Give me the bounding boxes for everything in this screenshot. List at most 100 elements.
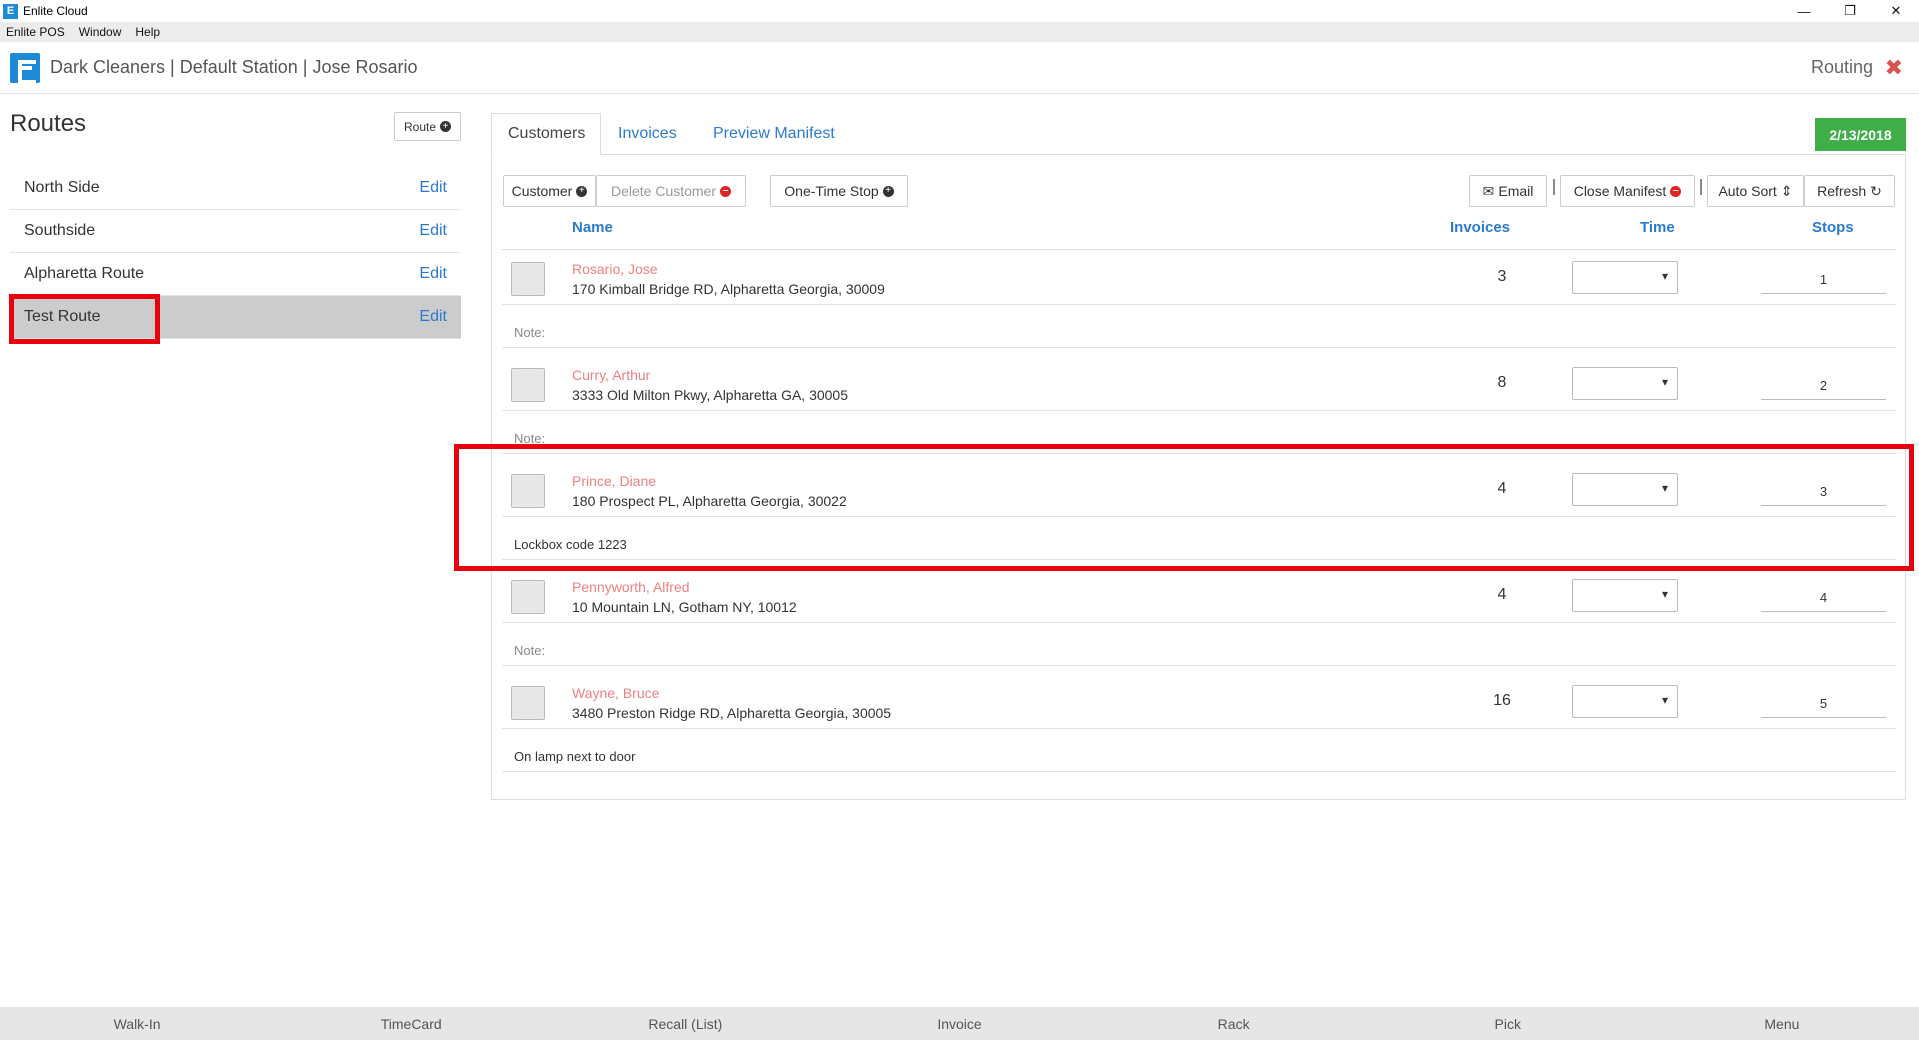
close-module-icon[interactable]: ✖ <box>1885 55 1903 81</box>
customer-address: 3333 Old Milton Pkwy, Alpharetta GA, 300… <box>572 387 849 403</box>
one-time-stop-button[interactable]: One-Time Stop + <box>770 175 908 207</box>
email-button[interactable]: ✉ Email <box>1469 175 1547 207</box>
auto-sort-label: Auto Sort <box>1718 183 1777 199</box>
nav-walk-in[interactable]: Walk-In <box>0 1016 274 1032</box>
time-select[interactable] <box>1572 685 1678 718</box>
note-divider <box>502 771 1896 772</box>
nav-invoice[interactable]: Invoice <box>822 1016 1096 1032</box>
add-customer-label: Customer <box>511 183 573 199</box>
column-header-invoices[interactable]: Invoices <box>1450 219 1510 236</box>
row-divider <box>502 622 1896 623</box>
route-name: Southside <box>24 222 96 239</box>
email-label: Email <box>1498 183 1534 199</box>
menu-help[interactable]: Help <box>135 25 160 39</box>
customer-address: 10 Mountain LN, Gotham NY, 10012 <box>572 599 797 615</box>
delete-customer-button[interactable]: Delete Customer – <box>596 175 746 207</box>
nav-menu[interactable]: Menu <box>1645 1016 1919 1032</box>
close-window-icon[interactable]: ✕ <box>1873 0 1919 22</box>
nav-timecard[interactable]: TimeCard <box>274 1016 548 1032</box>
customer-address: 3480 Preston Ridge RD, Alpharetta Georgi… <box>572 705 892 721</box>
customer-name-link[interactable]: Pennyworth, Alfred <box>572 579 690 595</box>
customer-note[interactable]: On lamp next to door <box>514 749 635 764</box>
plus-circle-icon: + <box>440 121 452 132</box>
stop-number-input[interactable]: 5 <box>1761 696 1886 718</box>
route-item-southside[interactable]: Southside Edit <box>10 210 461 253</box>
add-customer-button[interactable]: Customer + <box>503 175 596 207</box>
menu-enlite-pos[interactable]: Enlite POS <box>6 25 65 39</box>
route-item-north-side[interactable]: North Side Edit <box>10 167 461 210</box>
route-name: Alpharetta Route <box>24 265 145 282</box>
row-select-checkbox[interactable] <box>511 368 545 402</box>
highlight-box-test-route <box>9 294 160 344</box>
nav-rack[interactable]: Rack <box>1097 1016 1371 1032</box>
delete-customer-label: Delete Customer <box>610 183 717 199</box>
customer-note[interactable]: Note: <box>514 643 545 658</box>
nav-recall-list[interactable]: Recall (List) <box>548 1016 822 1032</box>
app-icon: E <box>3 3 18 19</box>
column-header-stops[interactable]: Stops <box>1812 219 1854 236</box>
row-divider <box>502 728 1896 729</box>
store-station-user: Dark Cleaners | Default Station | Jose R… <box>50 57 418 77</box>
add-route-button[interactable]: Route + <box>394 112 461 141</box>
module-title: Routing <box>1810 57 1873 77</box>
sort-icon: ⇕ <box>1780 182 1793 199</box>
column-header-time[interactable]: Time <box>1640 219 1675 236</box>
stop-number-input[interactable]: 4 <box>1761 590 1886 612</box>
stop-number-input[interactable]: 2 <box>1761 378 1886 400</box>
menu-window[interactable]: Window <box>79 25 122 39</box>
close-manifest-label: Close Manifest <box>1573 183 1667 199</box>
note-divider <box>502 665 1896 666</box>
time-select[interactable] <box>1572 579 1678 612</box>
customer-name-link[interactable]: Curry, Arthur <box>572 367 650 383</box>
one-time-stop-label: One-Time Stop <box>784 183 879 199</box>
app-header: Dark Cleaners | Default Station | Jose R… <box>0 42 1919 94</box>
restore-icon[interactable]: ❐ <box>1827 0 1873 22</box>
minus-circle-icon: – <box>720 185 732 197</box>
tab-invoices[interactable]: Invoices <box>602 113 693 155</box>
column-header-name[interactable]: Name <box>572 219 613 236</box>
edit-route-link[interactable]: Edit <box>419 265 447 283</box>
invoice-count: 4 <box>1497 586 1507 603</box>
note-divider <box>502 347 1896 348</box>
time-select[interactable] <box>1572 261 1678 294</box>
refresh-icon: ↻ <box>1870 182 1882 199</box>
customer-note[interactable]: Note: <box>514 325 545 340</box>
routes-heading: Routes <box>10 110 87 137</box>
refresh-label: Refresh <box>1817 183 1867 199</box>
edit-route-link[interactable]: Edit <box>419 308 447 326</box>
edit-route-link[interactable]: Edit <box>419 179 447 197</box>
tab-customers[interactable]: Customers <box>491 113 601 155</box>
menu-bar: Enlite POS Window Help <box>0 22 1919 42</box>
minus-circle-icon: – <box>1670 185 1682 197</box>
toolbar-separator <box>1553 179 1555 195</box>
manifest-date-badge[interactable]: 2/13/2018 <box>1815 118 1906 151</box>
time-select[interactable] <box>1572 367 1678 400</box>
row-select-checkbox[interactable] <box>511 262 545 296</box>
bottom-nav: Walk-In TimeCard Recall (List) Invoice R… <box>0 1007 1919 1040</box>
auto-sort-button[interactable]: Auto Sort ⇕ <box>1707 175 1804 207</box>
header-divider <box>502 249 1896 250</box>
toolbar-separator <box>1700 179 1702 195</box>
window-controls: — ❐ ✕ <box>1781 0 1919 22</box>
window-titlebar: E Enlite Cloud — ❐ ✕ <box>0 0 1919 22</box>
row-select-checkbox[interactable] <box>511 686 545 720</box>
invoice-count: 3 <box>1497 268 1507 285</box>
invoice-count: 16 <box>1493 692 1511 709</box>
tab-bar: Customers Invoices Preview Manifest 2/13… <box>491 113 1906 155</box>
close-manifest-button[interactable]: Close Manifest – <box>1560 175 1695 207</box>
stop-number-input[interactable]: 1 <box>1761 272 1886 294</box>
nav-pick[interactable]: Pick <box>1371 1016 1645 1032</box>
row-divider <box>502 304 1896 305</box>
edit-route-link[interactable]: Edit <box>419 222 447 240</box>
minimize-icon[interactable]: — <box>1781 0 1827 22</box>
customer-name-link[interactable]: Wayne, Bruce <box>572 685 659 701</box>
tab-preview-manifest[interactable]: Preview Manifest <box>697 113 851 155</box>
row-select-checkbox[interactable] <box>511 580 545 614</box>
enlite-logo-icon <box>10 52 40 84</box>
highlight-box-prince-row <box>454 444 1914 571</box>
plus-circle-icon: + <box>882 185 894 197</box>
route-item-alpharetta-route[interactable]: Alpharetta Route Edit <box>10 253 461 296</box>
window-title: Enlite Cloud <box>23 4 88 18</box>
refresh-button[interactable]: Refresh ↻ <box>1804 175 1895 207</box>
customer-name-link[interactable]: Rosario, Jose <box>572 261 658 277</box>
